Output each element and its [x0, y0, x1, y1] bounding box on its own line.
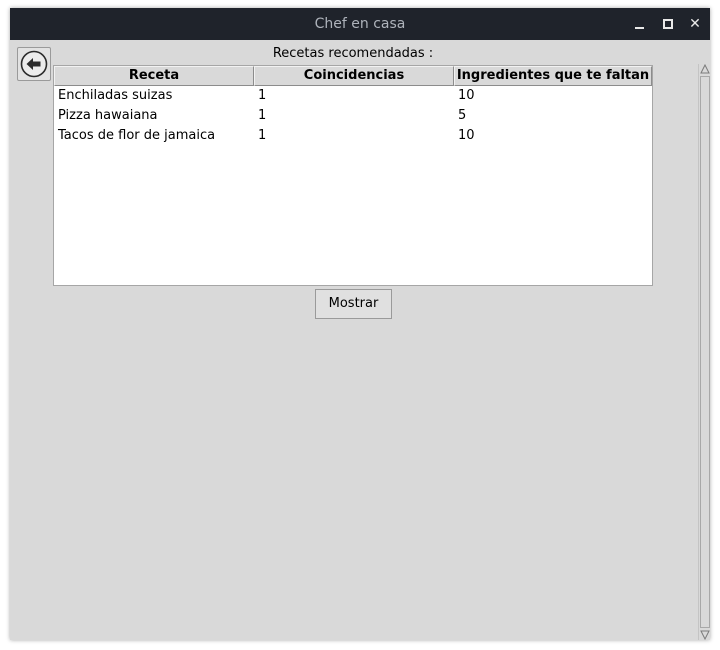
cell-recipe-name: Enchiladas suizas: [58, 88, 173, 103]
cell-matches: 1: [258, 128, 267, 143]
table-row[interactable]: Enchiladas suizas 1 10: [54, 86, 652, 106]
triangle-up-icon[interactable]: [700, 64, 710, 74]
cell-missing-ingredients: 10: [458, 128, 475, 143]
table-row[interactable]: Tacos de flor de jamaica 1 10: [54, 126, 652, 146]
maximize-button[interactable]: [655, 8, 679, 40]
column-header-ingredientes-faltantes[interactable]: Ingredientes que te faltan: [454, 66, 652, 86]
maximize-icon: [663, 19, 673, 29]
minimize-icon: [635, 27, 644, 29]
table-header: Receta Coincidencias Ingredientes que te…: [54, 66, 652, 86]
cell-matches: 1: [258, 88, 267, 103]
triangle-down-icon[interactable]: [700, 630, 710, 640]
table-row[interactable]: Pizza hawaiana 1 5: [54, 106, 652, 126]
app-window: Chef en casa ✕ Recetas recomendadas : Re…: [10, 8, 710, 640]
back-button[interactable]: [17, 47, 51, 81]
window-title: Chef en casa: [314, 16, 406, 32]
close-icon: ✕: [689, 16, 701, 32]
show-button[interactable]: Mostrar: [315, 289, 392, 319]
close-button[interactable]: ✕: [683, 8, 707, 40]
cell-missing-ingredients: 5: [458, 108, 467, 123]
scrollbar-trough[interactable]: [700, 76, 710, 628]
arrow-left-circle-icon: [20, 50, 48, 78]
minimize-button[interactable]: [628, 8, 652, 40]
vertical-scrollbar[interactable]: [698, 64, 710, 640]
cell-recipe-name: Tacos de flor de jamaica: [58, 128, 216, 143]
recommended-recipes-heading: Recetas recomendadas :: [272, 46, 434, 61]
cell-recipe-name: Pizza hawaiana: [58, 108, 158, 123]
column-header-receta[interactable]: Receta: [54, 66, 254, 86]
cell-missing-ingredients: 10: [458, 88, 475, 103]
cell-matches: 1: [258, 108, 267, 123]
recipes-table: Receta Coincidencias Ingredientes que te…: [53, 65, 653, 286]
title-bar[interactable]: Chef en casa ✕: [10, 8, 710, 40]
column-header-coincidencias[interactable]: Coincidencias: [254, 66, 454, 86]
